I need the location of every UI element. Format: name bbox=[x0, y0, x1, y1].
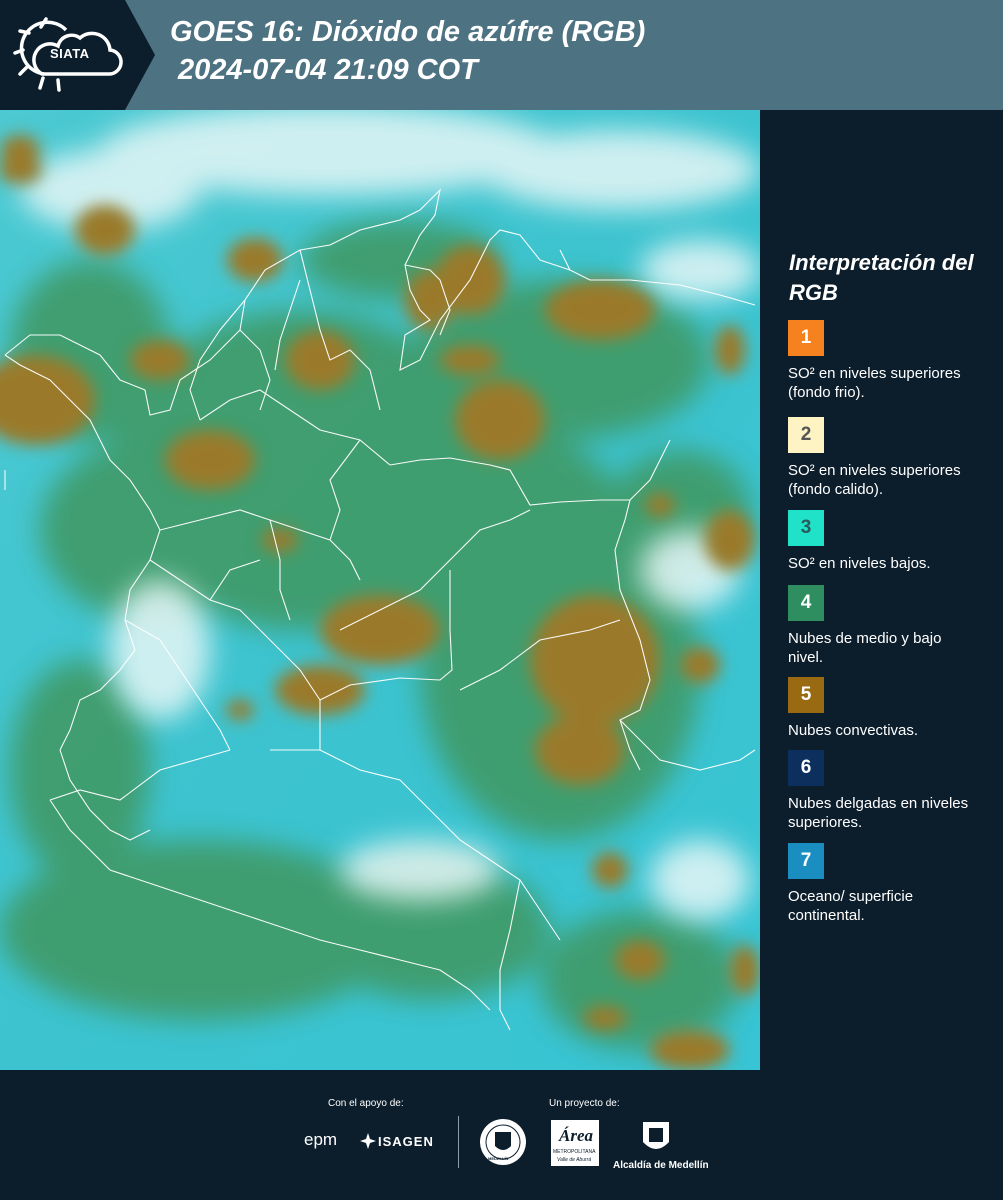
medellin-seal-text: MEDELLÍN bbox=[488, 1156, 509, 1161]
legend-swatch-5: 5 bbox=[788, 677, 824, 713]
isagen-icon bbox=[360, 1133, 376, 1149]
legend-swatch-1: 1 bbox=[788, 320, 824, 356]
project-caption: Un proyecto de: bbox=[549, 1098, 620, 1109]
alcaldia-logo: Alcaldía de Medellín bbox=[613, 1160, 709, 1171]
header-bar: SIATA GOES 16: Dióxido de azúfre (RGB) 2… bbox=[0, 0, 1003, 110]
satellite-map bbox=[0, 110, 760, 1070]
legend-label-6: Nubes delgadas en niveles superiores. bbox=[788, 795, 969, 831]
legend-title: Interpretación del RGB bbox=[789, 250, 974, 305]
legend-label-1: SO² en niveles superiores (fondo frio). bbox=[788, 365, 961, 401]
legend-label-4: Nubes de medio y bajo nivel. bbox=[788, 630, 942, 666]
legend-swatch-7: 7 bbox=[788, 843, 824, 879]
area-logo: Área METROPOLITANA Valle de Aburrá bbox=[551, 1120, 599, 1166]
area-logo-sub: METROPOLITANA bbox=[553, 1149, 596, 1155]
page-title: GOES 16: Dióxido de azúfre (RGB) bbox=[170, 16, 646, 48]
footer-divider bbox=[458, 1116, 459, 1168]
siata-wordmark: SIATA bbox=[50, 46, 90, 61]
legend-swatch-4: 4 bbox=[788, 585, 824, 621]
legend-swatch-2: 2 bbox=[788, 417, 824, 453]
area-logo-sub2: Valle de Aburrá bbox=[557, 1157, 592, 1163]
legend-panel: Interpretación del RGB 1 SO² en niveles … bbox=[775, 110, 1003, 1070]
legend-label-7: Oceano/ superficie continental. bbox=[788, 888, 914, 924]
siata-logo: SIATA bbox=[0, 0, 155, 110]
legend-swatch-6: 6 bbox=[788, 750, 824, 786]
legend-swatch-3: 3 bbox=[788, 510, 824, 546]
isagen-logo: ISAGEN bbox=[378, 1134, 434, 1149]
timestamp: 2024-07-04 21:09 COT bbox=[178, 54, 478, 86]
footer: Con el apoyo de: Un proyecto de: epm ISA… bbox=[0, 1070, 1003, 1200]
epm-logo: epm bbox=[304, 1130, 338, 1149]
legend-label-2: SO² en niveles superiores (fondo calido)… bbox=[788, 462, 961, 498]
satellite-rgb-image bbox=[0, 110, 760, 1070]
area-logo-text: Área bbox=[559, 1126, 593, 1145]
legend-label-3: SO² en niveles bajos. bbox=[788, 555, 931, 572]
support-caption: Con el apoyo de: bbox=[328, 1098, 404, 1109]
legend-label-5: Nubes convectivas. bbox=[788, 722, 919, 739]
alcaldia-shield-icon bbox=[643, 1122, 669, 1149]
